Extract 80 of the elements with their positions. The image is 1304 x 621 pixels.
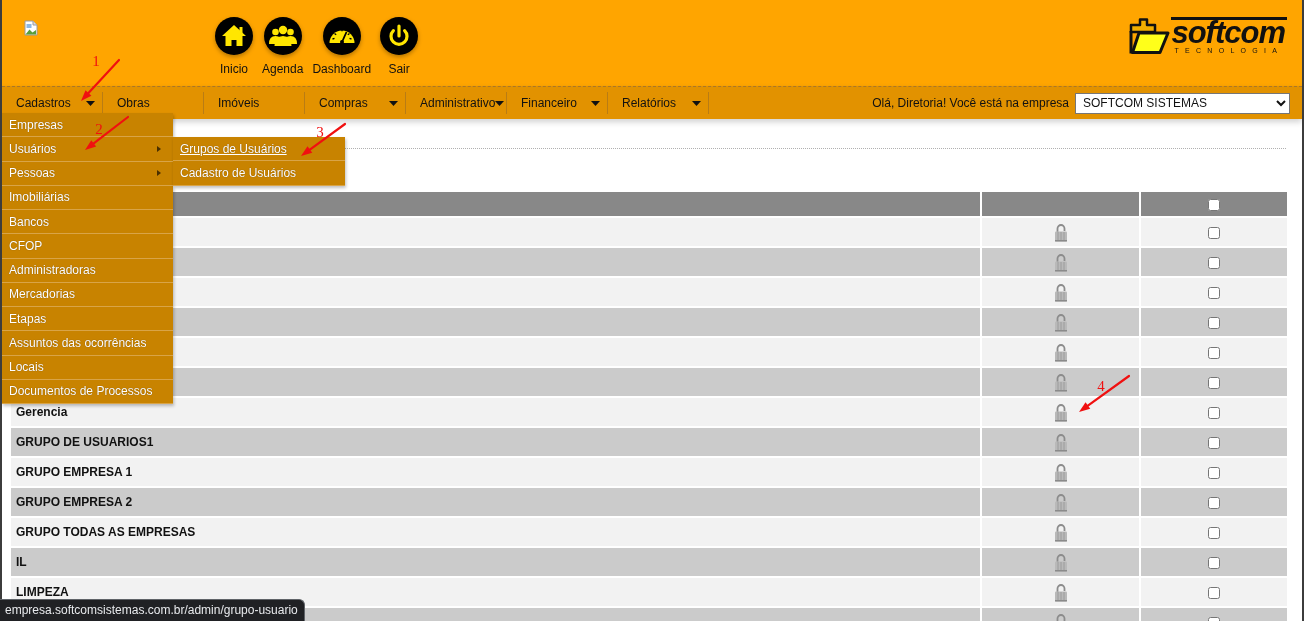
menu-button[interactable]: Imóveis	[204, 92, 305, 114]
menu-item[interactable]: Assuntos das ocorrências	[2, 331, 173, 356]
padlock-icon	[1053, 402, 1068, 422]
padlock-icon	[1053, 552, 1068, 572]
table-cell: GRUPO DE USUARIOS1	[11, 428, 980, 456]
menu-item[interactable]: Bancos	[2, 210, 173, 235]
menu-item[interactable]: Administradoras	[2, 258, 173, 283]
padlock-icon	[1053, 432, 1068, 452]
table-cell: Gerencia	[11, 398, 980, 426]
shortcut-button[interactable]: Agenda	[262, 17, 304, 76]
submenu-arrow-icon	[157, 170, 161, 177]
annotation-arrow	[301, 122, 347, 156]
shortcut-button[interactable]: Sair	[380, 17, 419, 76]
caret-icon	[591, 100, 600, 106]
row-checkbox[interactable]	[1208, 436, 1220, 449]
caret-icon	[692, 100, 701, 106]
shortcut-button[interactable]: Inicio	[215, 17, 253, 76]
menu-item[interactable]: Locais	[2, 355, 173, 380]
padlock-icon	[1053, 222, 1068, 242]
annotation-number: 3	[316, 124, 324, 140]
caret-icon	[86, 100, 95, 106]
padlock-icon	[1053, 252, 1068, 272]
padlock-icon	[1053, 492, 1068, 512]
table-cell: IL	[11, 548, 980, 576]
submenu-arrow-icon	[157, 145, 161, 152]
menu-item[interactable]: Etapas	[2, 307, 173, 332]
caret-icon	[389, 100, 398, 106]
annotation-number: 2	[95, 121, 103, 137]
submenu-item[interactable]: Grupos de Usuários	[173, 137, 345, 162]
padlock-icon	[1053, 462, 1068, 482]
table-cell: GRUPO EMPRESA 1	[11, 458, 980, 486]
annotation-arrow	[1079, 374, 1131, 412]
padlock-icon	[1053, 522, 1068, 542]
select-all-checkbox[interactable]	[1208, 198, 1220, 211]
row-checkbox[interactable]	[1208, 586, 1220, 599]
menu-button[interactable]: Administrativo	[406, 92, 507, 114]
table-cell: GRUPO EMPRESA 2	[11, 488, 980, 516]
menu-item[interactable]: Documentos de Processos	[2, 379, 173, 404]
menu-item[interactable]: Imobiliárias	[2, 185, 173, 210]
submenu-item[interactable]: Cadastro de Usuários	[173, 161, 345, 186]
row-checkbox[interactable]	[1208, 526, 1220, 539]
annotation-arrow	[85, 115, 130, 150]
padlock-icon	[1053, 282, 1068, 302]
status-url: empresa.softcomsistemas.com.br/admin/grupo-usuario	[0, 599, 305, 621]
power-icon	[380, 17, 419, 55]
menu-button[interactable]: Relatórios	[608, 92, 709, 114]
menu-item[interactable]: CFOP	[2, 234, 173, 259]
padlock-icon	[1053, 372, 1068, 392]
row-checkbox[interactable]	[1208, 346, 1220, 359]
menu-item[interactable]: Mercadorias	[2, 282, 173, 307]
company-select[interactable]: SOFTCOM SISTEMAS	[1075, 92, 1290, 114]
row-checkbox[interactable]	[1208, 466, 1220, 479]
logo-text: softcom	[1171, 17, 1287, 46]
padlock-icon	[1053, 582, 1068, 602]
caret-icon	[495, 100, 505, 106]
row-checkbox[interactable]	[1208, 316, 1220, 329]
row-checkbox[interactable]	[1208, 256, 1220, 269]
shortcut-button[interactable]: Dashboard	[312, 17, 372, 76]
row-checkbox[interactable]	[1208, 286, 1220, 299]
folder-logo-icon	[1128, 17, 1171, 55]
broken-image-icon	[23, 20, 39, 36]
annotation-number: 4	[1097, 378, 1105, 394]
row-checkbox[interactable]	[1208, 556, 1220, 569]
menu-item[interactable]: Usuários	[2, 137, 173, 162]
row-checkbox[interactable]	[1208, 376, 1220, 389]
padlock-icon	[1053, 312, 1068, 332]
table-cell: GRUPO TODAS AS EMPRESAS	[11, 518, 980, 546]
padlock-icon	[1053, 342, 1068, 362]
row-checkbox[interactable]	[1208, 226, 1220, 239]
people-icon	[263, 17, 302, 55]
greeting-text: Olá, Diretoria! Você está na empresa	[872, 95, 1069, 112]
table-cell: LIMPEZA	[11, 578, 980, 606]
home-icon	[215, 17, 253, 55]
gauge-icon	[322, 17, 361, 55]
menu-button[interactable]: Compras	[305, 92, 406, 114]
menu-item[interactable]: Pessoas	[2, 161, 173, 186]
row-checkbox[interactable]	[1208, 496, 1220, 509]
annotation-number: 1	[92, 53, 100, 69]
row-checkbox[interactable]	[1208, 406, 1220, 419]
menu-button[interactable]: Financeiro	[507, 92, 608, 114]
